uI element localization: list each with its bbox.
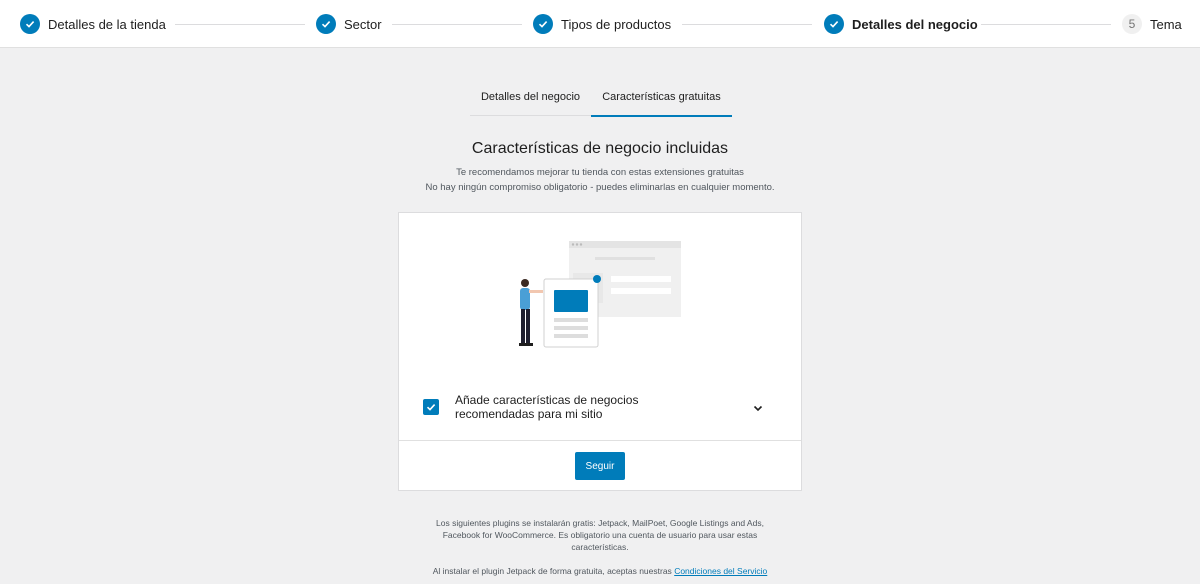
jetpack-terms-notice: Al instalar el plugin Jetpack de forma g… <box>420 565 780 577</box>
features-card: Añade características de negocios recome… <box>398 212 802 491</box>
stepper-connector <box>175 24 305 25</box>
step-number: 5 <box>1122 14 1142 34</box>
step-product-types[interactable]: Tipos de productos <box>533 0 671 48</box>
setup-stepper: Detalles de la tienda Sector Tipos de pr… <box>0 0 1200 48</box>
step-business-details[interactable]: Detalles del negocio <box>824 0 978 48</box>
check-icon <box>824 14 844 34</box>
business-features-illustration <box>519 241 681 348</box>
business-features-label: Añade características de negocios recome… <box>455 393 639 421</box>
jetpack-terms-text: Al instalar el plugin Jetpack de forma g… <box>432 566 672 576</box>
stepper-connector <box>682 24 812 25</box>
tab-free-features[interactable]: Características gratuitas <box>591 78 732 117</box>
tab-business-details[interactable]: Detalles del negocio <box>470 78 591 116</box>
check-icon <box>20 14 40 34</box>
step-label: Tema <box>1150 16 1182 32</box>
business-features-option: Añade características de negocios recome… <box>423 393 779 429</box>
page-subtitle: Te recomendamos mejorar tu tienda con es… <box>456 167 744 178</box>
step-label: Sector <box>344 16 382 32</box>
stepper-connector <box>981 24 1111 25</box>
step-theme[interactable]: 5 Tema <box>1122 0 1182 48</box>
stepper-connector <box>392 24 522 25</box>
business-features-checkbox[interactable] <box>423 399 439 415</box>
page-title: Características de negocio incluidas <box>471 140 729 157</box>
step-label: Tipos de productos <box>561 16 672 32</box>
continue-button[interactable]: Seguir <box>575 452 625 480</box>
plugins-notice: Los siguientes plugins se instalarán gra… <box>436 518 764 552</box>
step-label: Detalles de la tienda <box>48 16 166 32</box>
check-icon <box>316 14 336 34</box>
step-store-details[interactable]: Detalles de la tienda <box>20 0 166 48</box>
check-icon <box>533 14 553 34</box>
page-subtitle: No hay ningún compromiso obligatorio - p… <box>425 182 775 193</box>
terms-of-service-link[interactable]: Condiciones del Servicio <box>674 566 767 576</box>
step-label: Detalles del negocio <box>852 16 978 32</box>
profile-tabs: Detalles del negocio Características gra… <box>470 78 732 117</box>
chevron-down-icon[interactable] <box>751 401 765 415</box>
card-divider <box>399 440 801 441</box>
step-sector[interactable]: Sector <box>316 0 382 48</box>
